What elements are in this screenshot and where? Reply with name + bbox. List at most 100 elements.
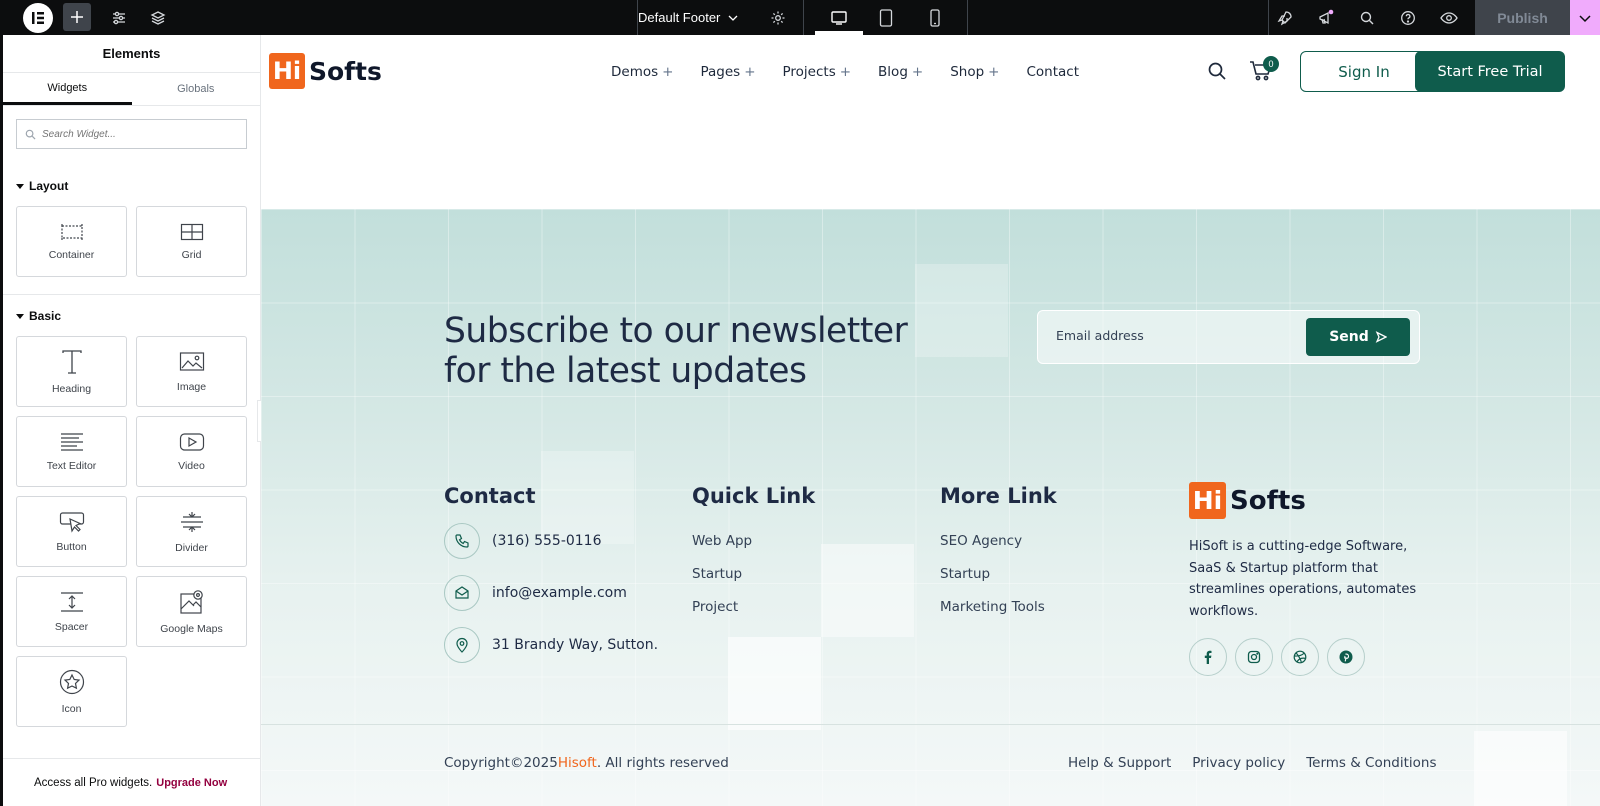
nav-item-projects[interactable]: Projects + <box>783 64 852 80</box>
instagram-icon[interactable] <box>1235 638 1273 676</box>
widget-label: Video <box>178 459 205 472</box>
privacy-policy-link[interactable]: Privacy policy <box>1192 755 1285 771</box>
widget-label: Divider <box>175 541 208 554</box>
preview-eye-icon[interactable] <box>1434 0 1464 35</box>
widget-grid[interactable]: Grid <box>136 206 247 277</box>
caret-down-icon <box>16 184 24 189</box>
widget-video[interactable]: Video <box>136 416 247 487</box>
widget-spacer[interactable]: Spacer <box>16 576 127 647</box>
spacer-icon <box>60 591 83 612</box>
site-footer: Subscribe to our newsletter for the late… <box>261 209 1600 806</box>
pinterest-icon[interactable] <box>1327 638 1365 676</box>
send-button[interactable]: Send <box>1306 318 1410 356</box>
nav-item-blog[interactable]: Blog + <box>878 64 923 80</box>
widget-divider[interactable]: Divider <box>136 496 247 567</box>
site-preview: Hi Softs Demos + Pages + Projects + Blog + S… <box>261 35 1600 806</box>
footer-link-startup[interactable]: Startup <box>692 566 742 582</box>
pro-promo-banner: Access all Pro widgets. Upgrade Now <box>3 758 260 806</box>
decorative-tile <box>728 637 821 730</box>
tablet-device-icon[interactable] <box>871 0 901 35</box>
widget-label: Button <box>56 540 87 553</box>
address-text: 31 Brandy Way, Sutton. <box>492 637 659 653</box>
widget-label: Container <box>48 248 95 261</box>
widget-button[interactable]: Button <box>16 496 127 567</box>
footer-link-marketing-tools[interactable]: Marketing Tools <box>940 599 1045 615</box>
mail-icon <box>444 575 480 611</box>
nav-item-pages[interactable]: Pages + <box>700 64 755 80</box>
contact-address[interactable]: 31 Brandy Way, Sutton. <box>444 627 658 663</box>
nav-item-shop[interactable]: Shop + <box>950 64 999 80</box>
site-settings-icon[interactable] <box>104 0 134 35</box>
category-basic[interactable]: Basic <box>3 309 260 323</box>
upgrade-now-link[interactable]: Upgrade Now <box>156 777 227 789</box>
panel-title: Elements <box>3 35 260 73</box>
contact-email[interactable]: info@example.com <box>444 575 627 611</box>
email-text: info@example.com <box>492 585 627 601</box>
mobile-device-icon[interactable] <box>920 0 950 35</box>
star-icon <box>59 669 84 694</box>
footer-link-seo-agency[interactable]: SEO Agency <box>940 533 1022 549</box>
start-free-trial-button[interactable]: Start Free Trial <box>1415 51 1565 92</box>
sign-in-button[interactable]: Sign In <box>1300 51 1428 92</box>
widget-label: Spacer <box>54 620 89 633</box>
search-icon[interactable] <box>1207 61 1227 81</box>
widget-container[interactable]: Container <box>16 206 127 277</box>
notifications-megaphone-icon[interactable] <box>1311 0 1341 35</box>
help-support-link[interactable]: Help & Support <box>1068 755 1171 771</box>
copyright-suffix: . All rights reserved <box>596 755 729 771</box>
copyright-brand-link[interactable]: Hisoft <box>558 755 597 771</box>
container-icon <box>60 223 83 240</box>
grid-icon <box>180 223 203 240</box>
nav-item-demos[interactable]: Demos + <box>611 64 673 80</box>
chevron-down-icon <box>728 15 738 21</box>
email-address-input[interactable] <box>1056 328 1276 343</box>
page-settings-gear-icon[interactable] <box>763 0 793 35</box>
add-element-button[interactable] <box>63 3 91 31</box>
quick-link-heading: Quick Link <box>692 484 816 508</box>
widget-google-maps[interactable]: Google Maps <box>136 576 247 647</box>
nav-item-contact[interactable]: Contact <box>1026 64 1079 80</box>
footer-link-startup-2[interactable]: Startup <box>940 566 990 582</box>
terms-conditions-link[interactable]: Terms & Conditions <box>1306 755 1436 771</box>
widget-image[interactable]: Image <box>136 336 247 407</box>
tab-widgets[interactable]: Widgets <box>3 73 132 105</box>
main-navigation: Demos + Pages + Projects + Blog + Shop + Cont… <box>611 64 1079 80</box>
facebook-icon[interactable] <box>1189 638 1227 676</box>
divider-icon <box>180 511 203 532</box>
widget-search-input[interactable] <box>42 128 222 140</box>
footer-link-project[interactable]: Project <box>692 599 738 615</box>
logo-mark: Hi <box>269 53 305 89</box>
category-label: Basic <box>29 309 62 323</box>
send-label: Send <box>1329 329 1369 345</box>
publish-button[interactable]: Publish <box>1475 0 1570 35</box>
category-layout[interactable]: Layout <box>3 179 260 193</box>
category-label: Layout <box>29 179 69 193</box>
tab-globals[interactable]: Globals <box>132 73 261 105</box>
dribbble-icon[interactable] <box>1281 638 1319 676</box>
elements-panel: Elements Widgets Globals Layout Containe… <box>0 35 261 806</box>
launch-rocket-icon[interactable] <box>1270 0 1300 35</box>
widget-label: Text Editor <box>46 459 97 472</box>
structure-layers-icon[interactable] <box>143 0 173 35</box>
contact-phone[interactable]: (316) 555-0116 <box>444 523 602 559</box>
elementor-logo-icon[interactable] <box>23 3 53 33</box>
widget-text-editor[interactable]: Text Editor <box>16 416 127 487</box>
footer-logo[interactable]: Hi Softs <box>1189 482 1306 519</box>
logo-text: Softs <box>1230 485 1306 516</box>
widget-icon[interactable]: Icon <box>16 656 127 727</box>
publish-options-chevron-icon[interactable] <box>1570 0 1600 35</box>
widget-heading[interactable]: Heading <box>16 336 127 407</box>
header-logo[interactable]: Hi Softs <box>269 53 382 89</box>
newsletter-form: Send <box>1037 310 1420 364</box>
decorative-tile <box>821 544 914 637</box>
phone-icon <box>444 523 480 559</box>
desktop-device-icon[interactable] <box>815 0 863 35</box>
send-arrow-icon <box>1375 331 1387 343</box>
widget-label: Heading <box>51 382 92 395</box>
search-icon[interactable] <box>1352 0 1382 35</box>
template-selector[interactable]: Default Footer <box>638 0 758 35</box>
footer-link-web-app[interactable]: Web App <box>692 533 752 549</box>
copyright-text: Copyright©2025Hisoft. All rights reserve… <box>444 755 729 771</box>
help-icon[interactable] <box>1393 0 1423 35</box>
about-text: HiSoft is a cutting-edge Software, SaaS … <box>1189 539 1417 619</box>
